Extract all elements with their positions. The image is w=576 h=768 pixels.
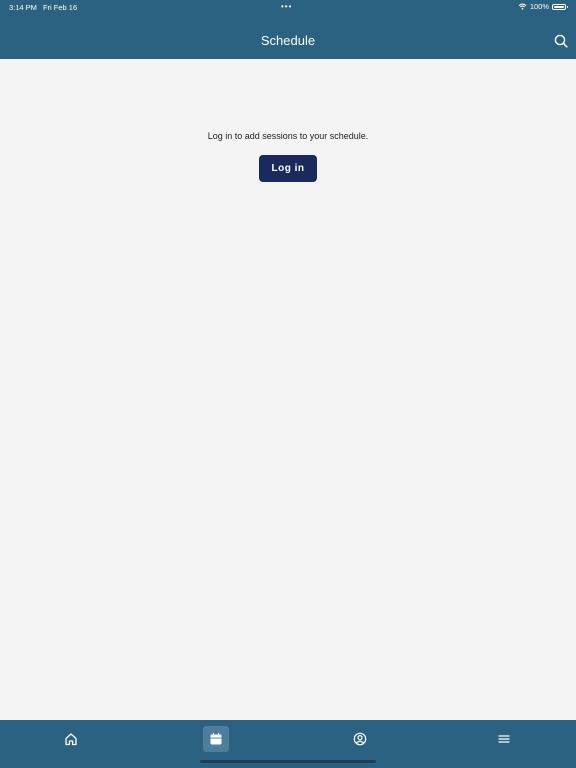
menu-icon (498, 735, 510, 743)
multitasking-dots[interactable]: ••• (281, 2, 292, 11)
home-indicator[interactable] (200, 760, 376, 763)
calendar-icon (210, 733, 222, 745)
search-button[interactable] (554, 34, 568, 48)
page-title: Schedule (260, 33, 316, 48)
wifi-icon (518, 3, 527, 10)
tab-profile[interactable] (347, 726, 373, 752)
battery-percent: 100% (529, 2, 549, 11)
status-bar-right: 100% (518, 2, 568, 11)
status-time: 3:14 PM (9, 3, 37, 12)
status-bar-left: 3:14 PM Fri Feb 16 (9, 3, 77, 12)
status-date: Fri Feb 16 (42, 3, 78, 12)
home-icon (65, 733, 77, 746)
tab-schedule[interactable] (203, 726, 229, 752)
tab-home[interactable] (58, 726, 84, 752)
tab-menu[interactable] (491, 726, 517, 752)
login-prompt-message: Log in to add sessions to your schedule. (207, 131, 369, 141)
login-button[interactable]: Log in (259, 155, 317, 182)
search-icon (554, 34, 568, 48)
profile-icon (353, 732, 367, 746)
battery-icon (552, 3, 568, 10)
main-content: Log in to add sessions to your schedule.… (0, 59, 576, 720)
top-bar: 3:14 PM Fri Feb 16 ••• 100% Schedule (0, 0, 576, 59)
